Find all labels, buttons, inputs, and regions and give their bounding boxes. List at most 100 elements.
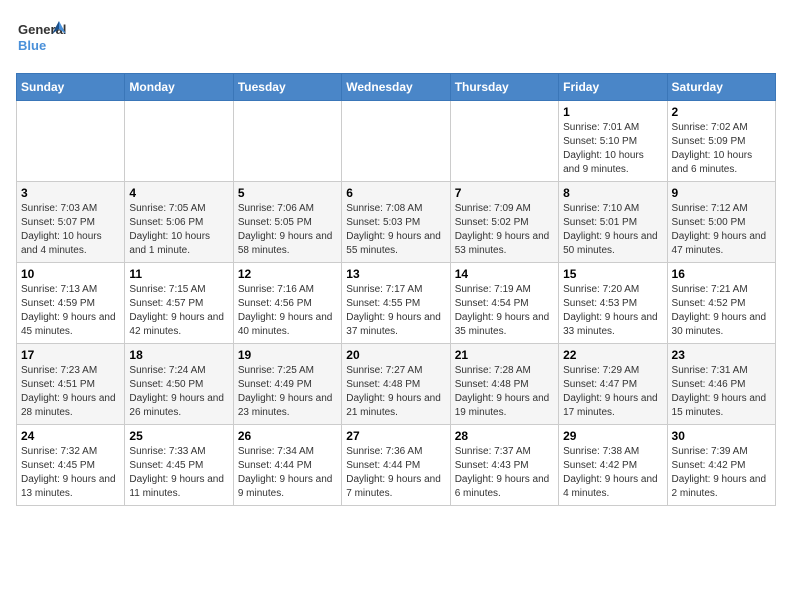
day-number: 15 xyxy=(563,267,662,281)
day-info: Sunrise: 7:19 AM Sunset: 4:54 PM Dayligh… xyxy=(455,283,554,339)
weekday-header: Saturday xyxy=(667,74,775,101)
calendar-cell: 16Sunrise: 7:21 AM Sunset: 4:52 PM Dayli… xyxy=(667,263,775,344)
day-info: Sunrise: 7:27 AM Sunset: 4:48 PM Dayligh… xyxy=(346,364,445,420)
day-info: Sunrise: 7:17 AM Sunset: 4:55 PM Dayligh… xyxy=(346,283,445,339)
weekday-header: Wednesday xyxy=(342,74,450,101)
calendar-cell: 26 Sunrise: 7:34 AM Sunset: 4:44 PM Dayli… xyxy=(233,425,341,506)
calendar-cell: 17 Sunrise: 7:23 AM Sunset: 4:51 PM Dayli… xyxy=(17,344,125,425)
day-info: Sunrise: 7:06 AM Sunset: 5:05 PM Dayligh… xyxy=(238,202,337,258)
day-number: 29 xyxy=(563,429,662,443)
day-number: 13 xyxy=(346,267,445,281)
calendar-cell: 15 Sunrise: 7:20 AM Sunset: 4:53 PM Dayli… xyxy=(559,263,667,344)
day-number: 3 xyxy=(21,186,120,200)
day-number: 12 xyxy=(238,267,337,281)
day-number: 20 xyxy=(346,348,445,362)
day-number: 22 xyxy=(563,348,662,362)
day-number: 11 xyxy=(129,267,228,281)
day-number: 4 xyxy=(129,186,228,200)
calendar-cell: 19 Sunrise: 7:25 AM Sunset: 4:49 PM Dayli… xyxy=(233,344,341,425)
day-info: Sunrise: 7:28 AM Sunset: 4:48 PM Dayligh… xyxy=(455,364,554,420)
day-info: Sunrise: 7:39 AM Sunset: 4:42 PM Dayligh… xyxy=(672,445,771,501)
day-number: 27 xyxy=(346,429,445,443)
day-number: 10 xyxy=(21,267,120,281)
day-info: Sunrise: 7:16 AM Sunset: 4:56 PM Dayligh… xyxy=(238,283,337,339)
calendar-cell xyxy=(342,101,450,182)
day-number: 24 xyxy=(21,429,120,443)
day-info: Sunrise: 7:23 AM Sunset: 4:51 PM Dayligh… xyxy=(21,364,120,420)
calendar-cell: 4 Sunrise: 7:05 AM Sunset: 5:06 PM Daylig… xyxy=(125,182,233,263)
page-header: General Blue xyxy=(16,16,776,61)
calendar-cell: 1 Sunrise: 7:01 AM Sunset: 5:10 PM Daylig… xyxy=(559,101,667,182)
day-number: 23 xyxy=(672,348,771,362)
day-number: 7 xyxy=(455,186,554,200)
day-number: 5 xyxy=(238,186,337,200)
calendar-cell: 3 Sunrise: 7:03 AM Sunset: 5:07 PM Daylig… xyxy=(17,182,125,263)
day-number: 1 xyxy=(563,105,662,119)
svg-text:Blue: Blue xyxy=(18,38,46,53)
day-info: Sunrise: 7:12 AM Sunset: 5:00 PM Dayligh… xyxy=(672,202,771,258)
calendar-week: 3 Sunrise: 7:03 AM Sunset: 5:07 PM Daylig… xyxy=(17,182,776,263)
calendar-cell: 22 Sunrise: 7:29 AM Sunset: 4:47 PM Dayli… xyxy=(559,344,667,425)
logo: General Blue xyxy=(16,16,66,61)
day-info: Sunrise: 7:08 AM Sunset: 5:03 PM Dayligh… xyxy=(346,202,445,258)
calendar-week: 17 Sunrise: 7:23 AM Sunset: 4:51 PM Dayli… xyxy=(17,344,776,425)
calendar: SundayMondayTuesdayWednesdayThursdayFrid… xyxy=(16,73,776,506)
calendar-cell xyxy=(450,101,558,182)
calendar-cell: 7 Sunrise: 7:09 AM Sunset: 5:02 PM Daylig… xyxy=(450,182,558,263)
day-info: Sunrise: 7:10 AM Sunset: 5:01 PM Dayligh… xyxy=(563,202,662,258)
calendar-cell: 28Sunrise: 7:37 AM Sunset: 4:43 PM Dayli… xyxy=(450,425,558,506)
calendar-week: 24Sunrise: 7:32 AM Sunset: 4:45 PM Dayli… xyxy=(17,425,776,506)
calendar-cell: 8 Sunrise: 7:10 AM Sunset: 5:01 PM Daylig… xyxy=(559,182,667,263)
day-number: 18 xyxy=(129,348,228,362)
calendar-cell: 23 Sunrise: 7:31 AM Sunset: 4:46 PM Dayli… xyxy=(667,344,775,425)
calendar-cell: 10 Sunrise: 7:13 AM Sunset: 4:59 PM Dayli… xyxy=(17,263,125,344)
weekday-header: Sunday xyxy=(17,74,125,101)
calendar-cell: 24Sunrise: 7:32 AM Sunset: 4:45 PM Dayli… xyxy=(17,425,125,506)
day-number: 26 xyxy=(238,429,337,443)
day-info: Sunrise: 7:37 AM Sunset: 4:43 PM Dayligh… xyxy=(455,445,554,501)
day-number: 2 xyxy=(672,105,771,119)
calendar-cell xyxy=(125,101,233,182)
day-info: Sunrise: 7:03 AM Sunset: 5:07 PM Dayligh… xyxy=(21,202,120,258)
weekday-header: Thursday xyxy=(450,74,558,101)
day-number: 17 xyxy=(21,348,120,362)
day-info: Sunrise: 7:09 AM Sunset: 5:02 PM Dayligh… xyxy=(455,202,554,258)
calendar-cell: 12 Sunrise: 7:16 AM Sunset: 4:56 PM Dayli… xyxy=(233,263,341,344)
weekday-header: Friday xyxy=(559,74,667,101)
calendar-cell: 14 Sunrise: 7:19 AM Sunset: 4:54 PM Dayli… xyxy=(450,263,558,344)
calendar-cell xyxy=(17,101,125,182)
day-info: Sunrise: 7:31 AM Sunset: 4:46 PM Dayligh… xyxy=(672,364,771,420)
day-info: Sunrise: 7:34 AM Sunset: 4:44 PM Dayligh… xyxy=(238,445,337,501)
day-info: Sunrise: 7:13 AM Sunset: 4:59 PM Dayligh… xyxy=(21,283,120,339)
day-number: 19 xyxy=(238,348,337,362)
day-number: 30 xyxy=(672,429,771,443)
day-number: 8 xyxy=(563,186,662,200)
day-info: Sunrise: 7:21 AM Sunset: 4:52 PM Dayligh… xyxy=(672,283,771,339)
calendar-cell: 2 Sunrise: 7:02 AM Sunset: 5:09 PM Daylig… xyxy=(667,101,775,182)
weekday-header: Tuesday xyxy=(233,74,341,101)
day-info: Sunrise: 7:20 AM Sunset: 4:53 PM Dayligh… xyxy=(563,283,662,339)
calendar-cell: 11 Sunrise: 7:15 AM Sunset: 4:57 PM Dayli… xyxy=(125,263,233,344)
calendar-week: 10 Sunrise: 7:13 AM Sunset: 4:59 PM Dayli… xyxy=(17,263,776,344)
day-info: Sunrise: 7:15 AM Sunset: 4:57 PM Dayligh… xyxy=(129,283,228,339)
calendar-cell: 27Sunrise: 7:36 AM Sunset: 4:44 PM Dayli… xyxy=(342,425,450,506)
day-number: 25 xyxy=(129,429,228,443)
day-number: 9 xyxy=(672,186,771,200)
weekday-header: Monday xyxy=(125,74,233,101)
calendar-cell: 5 Sunrise: 7:06 AM Sunset: 5:05 PM Daylig… xyxy=(233,182,341,263)
calendar-cell: 20 Sunrise: 7:27 AM Sunset: 4:48 PM Dayli… xyxy=(342,344,450,425)
calendar-week: 1 Sunrise: 7:01 AM Sunset: 5:10 PM Daylig… xyxy=(17,101,776,182)
day-info: Sunrise: 7:25 AM Sunset: 4:49 PM Dayligh… xyxy=(238,364,337,420)
calendar-cell: 9 Sunrise: 7:12 AM Sunset: 5:00 PM Daylig… xyxy=(667,182,775,263)
calendar-cell: 29 Sunrise: 7:38 AM Sunset: 4:42 PM Dayli… xyxy=(559,425,667,506)
day-number: 14 xyxy=(455,267,554,281)
calendar-header: SundayMondayTuesdayWednesdayThursdayFrid… xyxy=(17,74,776,101)
calendar-cell xyxy=(233,101,341,182)
day-info: Sunrise: 7:38 AM Sunset: 4:42 PM Dayligh… xyxy=(563,445,662,501)
day-info: Sunrise: 7:29 AM Sunset: 4:47 PM Dayligh… xyxy=(563,364,662,420)
calendar-cell: 30 Sunrise: 7:39 AM Sunset: 4:42 PM Dayli… xyxy=(667,425,775,506)
day-info: Sunrise: 7:02 AM Sunset: 5:09 PM Dayligh… xyxy=(672,121,771,177)
day-info: Sunrise: 7:01 AM Sunset: 5:10 PM Dayligh… xyxy=(563,121,662,177)
calendar-cell: 21Sunrise: 7:28 AM Sunset: 4:48 PM Dayli… xyxy=(450,344,558,425)
day-info: Sunrise: 7:05 AM Sunset: 5:06 PM Dayligh… xyxy=(129,202,228,258)
